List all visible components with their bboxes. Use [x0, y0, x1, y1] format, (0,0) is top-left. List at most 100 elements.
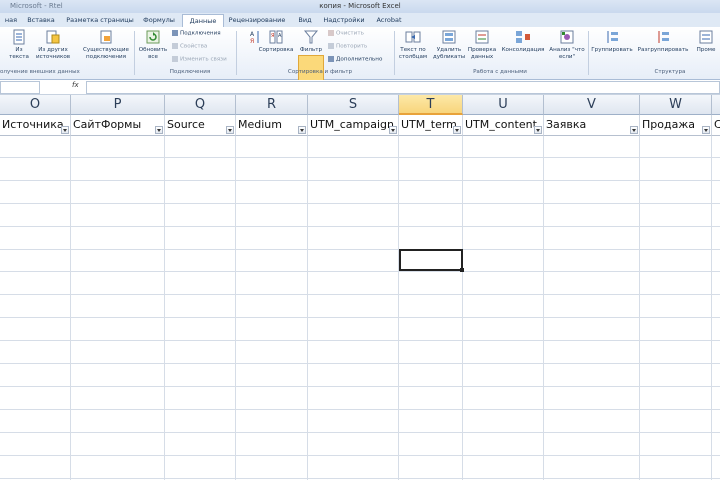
header-cell-utm-content[interactable]: UTM_content: [463, 115, 544, 136]
grid-line: [711, 136, 712, 480]
grid-line: [0, 386, 720, 387]
grid-line: [0, 294, 720, 295]
tab-acrobat[interactable]: Acrobat: [372, 14, 406, 27]
tab-formulas[interactable]: Формулы: [140, 14, 178, 27]
advanced-filter-icon: [328, 56, 334, 62]
filter-dropdown-icon[interactable]: [389, 126, 397, 134]
grid-line: [0, 180, 720, 181]
sort-icon: ЯА: [269, 30, 283, 44]
column-header-u[interactable]: U: [463, 95, 544, 115]
tab-view[interactable]: Вид: [293, 14, 317, 27]
group-separator: [588, 31, 589, 75]
header-cell-next[interactable]: С: [712, 115, 720, 136]
filter-dropdown-icon[interactable]: [630, 126, 638, 134]
column-header-w[interactable]: W: [640, 95, 712, 115]
subtotal-button[interactable]: Проме: [692, 29, 720, 54]
remove-duplicates-label: Удалить дубликаты: [432, 47, 466, 60]
filter-dropdown-icon[interactable]: [702, 126, 710, 134]
header-cell-source-name[interactable]: Источника: [0, 115, 71, 136]
grid-line: [398, 136, 399, 480]
header-cell-medium[interactable]: Medium: [236, 115, 308, 136]
clear-filter-button[interactable]: Очистить: [328, 30, 364, 38]
filter-dropdown-icon[interactable]: [226, 126, 234, 134]
remove-duplicates-button[interactable]: Удалить дубликаты: [432, 29, 466, 60]
refresh-all-label: Обновить все: [138, 47, 168, 60]
tab-review[interactable]: Рецензирование: [225, 14, 289, 27]
data-validation-label: Проверка данных: [467, 47, 497, 60]
connections-label: Подключения: [180, 30, 221, 37]
header-text: UTM_content: [465, 118, 537, 131]
from-text-button[interactable]: Из текста: [6, 29, 32, 60]
active-cell[interactable]: [399, 249, 464, 272]
text-to-columns-button[interactable]: Текст по столбцам: [396, 29, 430, 60]
reapply-label: Повторить: [336, 43, 368, 50]
header-cell-site-form[interactable]: СайтФормы: [71, 115, 165, 136]
formula-input[interactable]: [86, 81, 720, 94]
group-label-connections: Подключения: [169, 69, 211, 75]
filter-dropdown-icon[interactable]: [61, 126, 69, 134]
ribbon: Из текста Из других источников Существую…: [0, 27, 720, 94]
properties-label: Свойства: [180, 43, 208, 50]
connections-icon: [172, 30, 178, 36]
edit-links-button[interactable]: Изменить связи: [172, 56, 227, 64]
grid-line: [0, 455, 720, 456]
filter-dropdown-icon[interactable]: [298, 126, 306, 134]
tab-home[interactable]: ная: [0, 14, 22, 27]
grid-line: [307, 136, 308, 480]
tab-insert[interactable]: Вставка: [24, 14, 58, 27]
refresh-icon: [146, 30, 160, 44]
edit-links-label: Изменить связи: [180, 56, 227, 63]
column-header-s[interactable]: S: [308, 95, 399, 115]
fx-icon[interactable]: fx: [72, 81, 79, 89]
from-other-sources-label: Из других источников: [35, 47, 71, 60]
properties-button[interactable]: Свойства: [172, 43, 207, 51]
connections-button[interactable]: Подключения: [172, 30, 221, 38]
column-header-next[interactable]: [712, 95, 720, 115]
filter-dropdown-icon[interactable]: [534, 126, 542, 134]
header-text: UTM_term: [401, 118, 457, 131]
from-other-sources-button[interactable]: Из других источников: [33, 29, 73, 60]
grid-line: [0, 363, 720, 364]
refresh-all-button[interactable]: Обновить все: [138, 29, 168, 60]
column-header-v[interactable]: V: [544, 95, 640, 115]
header-cell-sale[interactable]: Продажа: [640, 115, 712, 136]
column-header-t[interactable]: T: [399, 95, 463, 115]
header-cell-utm-campaign[interactable]: UTM_campaign: [308, 115, 399, 136]
filter-dropdown-icon[interactable]: [453, 126, 461, 134]
group-separator: [394, 31, 395, 75]
data-validation-button[interactable]: Проверка данных: [466, 29, 498, 60]
ungroup-icon: [658, 31, 669, 43]
grid-line: [0, 478, 720, 479]
ungroup-button[interactable]: Разгруппировать: [636, 29, 690, 54]
properties-icon: [172, 43, 178, 49]
data-validation-icon: [475, 30, 489, 44]
sort-button[interactable]: ЯА Сортировка: [256, 29, 296, 54]
filter-dropdown-icon[interactable]: [155, 126, 163, 134]
reapply-filter-button[interactable]: Повторить: [328, 43, 367, 51]
column-header-p[interactable]: P: [71, 95, 165, 115]
advanced-filter-button[interactable]: Дополнительно: [328, 56, 382, 64]
existing-connections-button[interactable]: Существующие подключения: [82, 29, 130, 60]
tab-data[interactable]: Данные: [182, 14, 224, 28]
tab-page-layout[interactable]: Разметка страницы: [62, 14, 138, 27]
column-header-r[interactable]: R: [236, 95, 308, 115]
formula-bar: fx: [0, 80, 720, 95]
text-to-columns-label: Текст по столбцам: [398, 47, 428, 60]
tab-addins[interactable]: Надстройки: [322, 14, 366, 27]
header-cell-utm-term[interactable]: UTM_term: [399, 115, 463, 136]
existing-connections-icon: [100, 30, 112, 44]
column-header-o[interactable]: O: [0, 95, 71, 115]
header-cell-request[interactable]: Заявка: [544, 115, 640, 136]
column-header-q[interactable]: Q: [165, 95, 236, 115]
reapply-icon: [328, 43, 334, 49]
group-label-sort-filter: Сортировка и фильтр: [287, 69, 353, 75]
consolidate-button[interactable]: Консолидация: [500, 29, 546, 54]
header-cell-source[interactable]: Source: [165, 115, 236, 136]
group-button[interactable]: Группировать: [590, 29, 634, 54]
svg-text:Я: Я: [250, 38, 254, 45]
name-box[interactable]: [0, 81, 40, 94]
filter-button[interactable]: Фильтр: [299, 29, 323, 54]
consolidate-icon: [516, 31, 530, 43]
grid-line: [0, 432, 720, 433]
what-if-analysis-button[interactable]: Анализ "что если": [548, 29, 586, 60]
